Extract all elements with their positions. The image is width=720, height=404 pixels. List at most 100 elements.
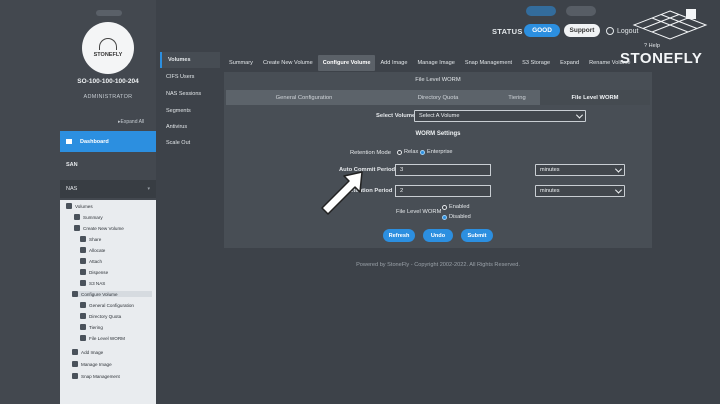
tree-item-create-new-volume[interactable]: Create New Volume (74, 225, 124, 231)
wrench-icon (72, 291, 78, 297)
tree-item-label: Dispense (89, 269, 109, 275)
undo-button[interactable]: Undo (423, 229, 453, 242)
tree-item-file-level-worm[interactable]: File Level WORM (80, 335, 125, 341)
tree-item-share[interactable]: Share (80, 236, 101, 242)
tree-item-allocate[interactable]: Allocate (80, 247, 105, 253)
logo-mark-icon (99, 38, 117, 50)
tree-item-label: Add Image (81, 349, 104, 355)
left-sidebar: STONEFLY SO-100-100-100-204 ADMINISTRATO… (0, 0, 156, 404)
configure-subtabs: General Configuration Directory Quota Ti… (226, 90, 650, 105)
dashboard-icon (66, 139, 72, 144)
expand-all-link[interactable]: ▸Expand All (118, 119, 144, 125)
power-icon (606, 27, 614, 35)
sidebar-item-san[interactable]: SAN (60, 155, 156, 175)
worm-disabled-radio[interactable]: Disabled (442, 214, 471, 220)
tab-configure-volume[interactable]: Configure Volume (317, 55, 376, 71)
subtab-file-level-worm[interactable]: File Level WORM (540, 90, 650, 105)
radio-circle (420, 149, 425, 155)
chevron-down-icon: ▾ (147, 186, 150, 192)
tree-item-label: S3 NAS (89, 280, 106, 286)
subtab-directory-quota[interactable]: Directory Quota (382, 90, 494, 105)
panel-title: File Level WORM (415, 76, 461, 83)
tree-item-summary[interactable]: Summary (74, 214, 103, 220)
tree-item-manage-image[interactable]: Manage Image (72, 361, 112, 367)
list-icon (74, 214, 80, 220)
auto-commit-unit-value: minutes (540, 167, 560, 173)
radio-circle (442, 204, 447, 210)
tree-item-attach[interactable]: Attach (80, 258, 102, 264)
status-badge[interactable]: GOOD (524, 24, 560, 37)
support-button[interactable]: Support (564, 24, 600, 37)
tab-snap-management[interactable]: Snap Management (460, 55, 517, 71)
tree-item-general-configuration[interactable]: General Configuration (80, 302, 134, 308)
radio-label: Disabled (449, 214, 471, 220)
tree-item-configure-volume[interactable]: Configure Volume (72, 291, 152, 297)
tree-item-tiering[interactable]: Tiering (80, 324, 103, 330)
tab-rename-volume[interactable]: Rename Volume (584, 55, 635, 71)
auto-commit-period-input[interactable]: 3 (395, 164, 491, 176)
radio-label: Enterprise (427, 149, 453, 155)
subtab-tiering[interactable]: Tiering (494, 90, 540, 105)
refresh-button[interactable]: Refresh (383, 229, 415, 242)
subnav-item-antivirus[interactable]: Antivirus (160, 119, 220, 135)
tab-summary[interactable]: Summary (224, 55, 258, 71)
sidebar-item-nas[interactable]: NAS ▾ (60, 180, 156, 198)
tab-s3-storage[interactable]: S3 Storage (517, 55, 555, 71)
tree-item-dispense[interactable]: Dispense (80, 269, 108, 275)
select-volume-value: Select A Volume (419, 113, 460, 119)
chevron-down-icon (575, 111, 584, 119)
snapshot-icon (72, 373, 78, 379)
retention-mode-relax-radio[interactable]: Relax (397, 149, 418, 155)
quota-icon (80, 313, 86, 319)
status-label: STATUS : (492, 27, 528, 36)
tree-item-volumes[interactable]: Volumes (66, 203, 93, 209)
radio-circle (442, 214, 447, 220)
retention-mode-label: Retention Mode (350, 150, 391, 156)
retention-mode-enterprise-radio[interactable]: Enterprise (420, 149, 453, 155)
radio-label: Enabled (449, 204, 470, 210)
dispense-icon (80, 269, 86, 275)
nas-subnav: Volumes CIFS Users NAS Sessions Segments… (160, 52, 220, 152)
auto-commit-unit-select[interactable]: minutes (535, 164, 625, 176)
tree-item-directory-quota[interactable]: Directory Quota (80, 313, 121, 319)
tab-add-image[interactable]: Add Image (375, 55, 412, 71)
submit-button[interactable]: Submit (461, 229, 493, 242)
tab-manage-image[interactable]: Manage Image (413, 55, 460, 71)
share-icon (80, 236, 86, 242)
file-level-worm-label: File Level WORM (396, 209, 442, 215)
tree-item-label: Tiering (89, 324, 103, 330)
tree-item-label: Volumes (75, 203, 93, 209)
worm-settings-title: WORM Settings (415, 131, 461, 137)
subnav-item-nas-sessions[interactable]: NAS Sessions (160, 86, 220, 102)
tree-item-label: Share (89, 236, 102, 242)
tree-item-add-image[interactable]: Add Image (72, 349, 103, 355)
retention-period-unit-value: minutes (540, 188, 560, 194)
top-bar: STATUS : GOOD Support Logout ? Help STON… (156, 0, 720, 67)
select-volume-dropdown[interactable]: Select A Volume (414, 110, 586, 122)
tree-item-s3-nas[interactable]: S3 NAS (80, 280, 105, 286)
subnav-item-volumes[interactable]: Volumes (160, 52, 220, 68)
tree-item-snap-management[interactable]: Snap Management (72, 373, 120, 379)
subnav-item-cifs-users[interactable]: CIFS Users (160, 69, 220, 85)
logo-text: STONEFLY (93, 52, 123, 58)
file-level-worm-panel: File Level WORM General Configuration Di… (224, 72, 652, 248)
tree-item-label: Directory Quota (89, 313, 122, 319)
subnav-item-scale-out[interactable]: Scale Out (160, 135, 220, 151)
s3-icon (80, 280, 86, 286)
footer-copyright: Powered by StoneFly - Copyright 2002-202… (356, 262, 520, 268)
tab-expand[interactable]: Expand (555, 55, 584, 71)
retention-period-unit-select[interactable]: minutes (535, 185, 625, 197)
sidebar-item-dashboard[interactable]: Dashboard (60, 131, 156, 152)
tab-create-new-volume[interactable]: Create New Volume (258, 55, 318, 71)
help-link[interactable]: ? Help (644, 43, 660, 49)
company-logo: STONEFLY (82, 22, 134, 74)
attach-icon (80, 258, 86, 264)
pointer-arrow-icon (321, 171, 363, 215)
expand-all-label: Expand All (120, 119, 145, 125)
subtab-general-configuration[interactable]: General Configuration (226, 90, 382, 105)
tree-item-label: File Level WORM (89, 335, 125, 341)
subnav-item-segments[interactable]: Segments (160, 103, 220, 119)
worm-enabled-radio[interactable]: Enabled (442, 204, 470, 210)
retention-period-input[interactable]: 2 (395, 185, 491, 197)
allocate-icon (80, 247, 86, 253)
